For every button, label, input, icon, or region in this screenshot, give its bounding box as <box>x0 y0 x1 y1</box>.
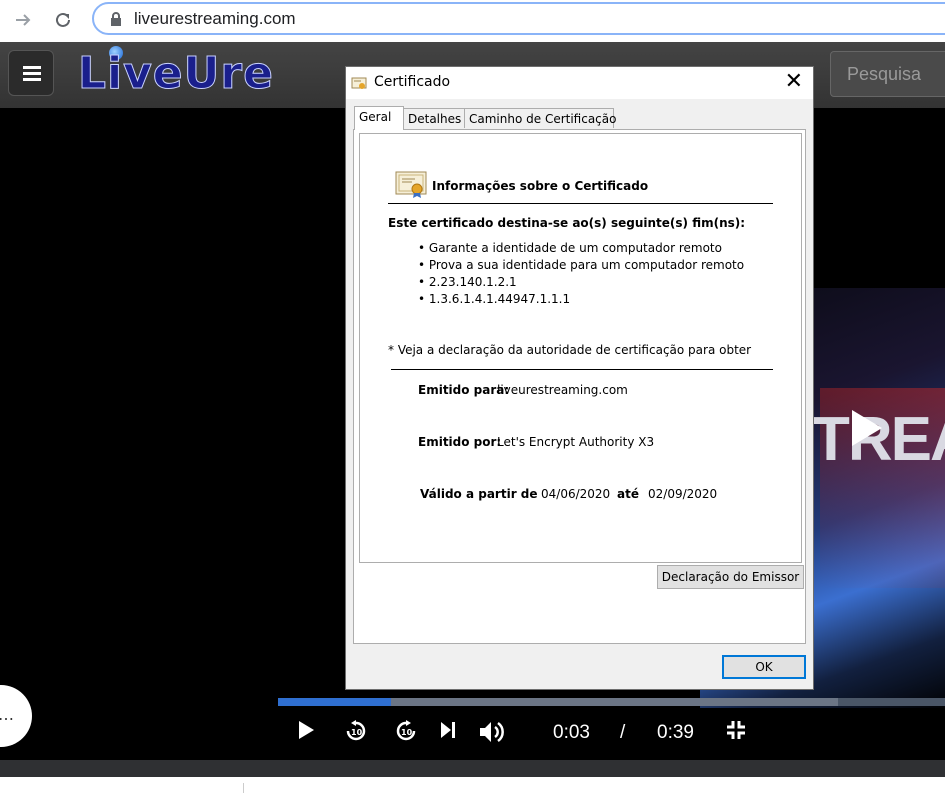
chat-icon: ⋯ <box>0 711 14 728</box>
list-item: 1.3.6.1.4.1.44947.1.1.1 <box>418 291 744 308</box>
tab-panel-geral: Informações sobre o Certificado Este cer… <box>353 129 806 644</box>
list-item: Garante a identidade de um computador re… <box>418 240 744 257</box>
arrow-right-icon[interactable] <box>12 9 34 31</box>
progress-fill <box>278 698 392 706</box>
dialog-title: Certificado <box>374 74 451 90</box>
progress-bar[interactable] <box>278 698 945 706</box>
issuer-statement-button[interactable]: Declaração do Emissor <box>657 565 804 589</box>
issued-by-label: Emitido por: <box>418 435 502 449</box>
purpose-list: Garante a identidade de um computador re… <box>418 240 744 308</box>
issuer-note: * Veja a declaração da autoridade de cer… <box>388 343 752 357</box>
time-separator: / <box>620 722 626 743</box>
play-icon[interactable] <box>297 720 315 745</box>
valid-to-label: até <box>617 487 639 501</box>
purpose-heading: Este certificado destina-se ao(s) seguin… <box>388 216 746 230</box>
svg-text:10: 10 <box>401 728 413 737</box>
forward-10-icon[interactable]: 10 <box>395 720 417 747</box>
ok-button[interactable]: OK <box>722 655 806 679</box>
valid-from-label: Válido a partir de <box>420 487 538 501</box>
chat-button[interactable]: ⋯ <box>0 685 32 747</box>
svg-text:10: 10 <box>351 728 363 737</box>
list-item: 2.23.140.1.2.1 <box>418 274 744 291</box>
certificate-dialog: Certificado ✕ Geral Detalhes Caminho de … <box>345 66 814 690</box>
duration: 0:39 <box>657 722 694 743</box>
tab-geral[interactable]: Geral <box>354 106 404 130</box>
reload-icon[interactable] <box>52 9 74 31</box>
current-time: 0:03 <box>553 722 590 743</box>
certificate-info-frame: Informações sobre o Certificado Este cer… <box>359 133 802 563</box>
info-heading: Informações sobre o Certificado <box>432 179 649 193</box>
dialog-titlebar[interactable]: Certificado ✕ <box>346 67 813 99</box>
tab-detalhes[interactable]: Detalhes <box>403 108 465 128</box>
browser-toolbar: liveurestreaming.com <box>0 0 945 40</box>
divider <box>243 783 244 793</box>
issued-by-value: Let's Encrypt Authority X3 <box>497 435 655 449</box>
close-icon[interactable]: ✕ <box>785 70 803 94</box>
valid-from-value: 04/06/2020 <box>541 487 611 501</box>
issued-to-value: liveurestreaming.com <box>497 383 628 397</box>
issued-to-label: Emitido para: <box>418 383 510 397</box>
certificate-icon <box>351 77 367 89</box>
hamburger-menu-button[interactable] <box>8 50 54 96</box>
volume-icon[interactable] <box>478 720 506 749</box>
address-bar[interactable]: liveurestreaming.com <box>92 2 945 35</box>
separator-top <box>388 203 773 204</box>
rewind-10-icon[interactable]: 10 <box>345 720 367 747</box>
page-bottom <box>0 777 945 793</box>
page-footer-strip <box>0 760 945 777</box>
lock-icon[interactable] <box>109 12 123 26</box>
valid-to-value: 02/09/2020 <box>648 487 718 501</box>
site-logo[interactable]: LiveUre <box>78 48 274 100</box>
url-text: liveurestreaming.com <box>134 9 296 28</box>
list-item: Prova a sua identidade para um computado… <box>418 257 744 274</box>
next-icon[interactable] <box>440 720 456 745</box>
search-input[interactable]: Pesquisa <box>830 51 945 97</box>
certificate-large-icon <box>395 171 427 198</box>
separator-bottom <box>391 369 773 370</box>
big-play-icon[interactable] <box>852 410 882 446</box>
tab-caminho-certificacao[interactable]: Caminho de Certificação <box>464 108 616 128</box>
exit-fullscreen-icon[interactable] <box>726 720 746 745</box>
